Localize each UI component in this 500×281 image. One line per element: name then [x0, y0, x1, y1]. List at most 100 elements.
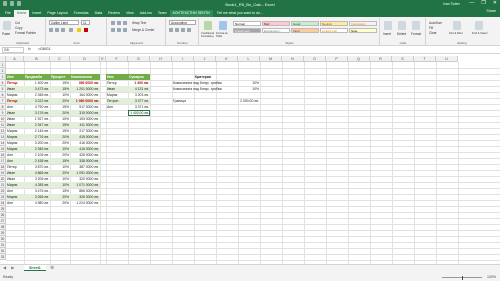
ribbon-tab-2[interactable]: Insert — [29, 10, 44, 17]
decimal-icon[interactable] — [187, 28, 191, 32]
zoom-level[interactable]: 100% — [487, 275, 496, 279]
cell-style-6[interactable]: Explanatory... — [262, 28, 290, 33]
column-header-L[interactable]: L — [238, 56, 260, 62]
wrap-text-button[interactable]: Wrap Text — [132, 21, 146, 25]
sheet-nav-arrows[interactable]: ◀ ▶ — [3, 265, 16, 270]
column-header-S[interactable]: S — [392, 56, 414, 62]
column-header-B[interactable]: B — [24, 56, 50, 62]
table2-cell-name[interactable]: Анн — [106, 104, 128, 110]
ribbon-tab-10[interactable]: КОНТЕКСТНИ ЛЕНТИ — [169, 10, 213, 17]
ribbon-tab-7[interactable]: View — [123, 10, 137, 17]
insert-button[interactable]: Insert — [383, 32, 391, 36]
table1-cell-commission[interactable]: 1 224 0000 лв. — [70, 200, 100, 206]
minimize-icon[interactable]: — — [469, 1, 474, 6]
comma-icon[interactable] — [181, 28, 185, 32]
borders-icon[interactable] — [69, 28, 73, 32]
format-button[interactable]: Format — [411, 32, 421, 36]
restore-icon[interactable]: ❐ — [481, 1, 485, 6]
italic-icon[interactable] — [55, 28, 59, 32]
sheet-tab-sheet1[interactable]: Sheet1 — [24, 265, 46, 271]
ribbon-tab-0[interactable]: File — [2, 10, 14, 17]
column-header-J[interactable]: J — [194, 56, 216, 62]
column-header-C[interactable]: C — [50, 56, 70, 62]
fill-color-icon[interactable] — [77, 28, 81, 32]
delete-button[interactable]: Delete — [397, 32, 406, 36]
column-header-T[interactable]: T — [414, 56, 436, 62]
insert-cells-icon[interactable] — [384, 21, 392, 30]
paste-icon[interactable] — [3, 21, 11, 30]
format-painter-button[interactable]: Format Painter — [15, 31, 36, 35]
column-header-F[interactable]: F — [106, 56, 128, 62]
criteria-value[interactable]: 10% — [238, 86, 260, 92]
align-left-icon[interactable] — [111, 28, 115, 32]
cell-style-4[interactable]: Calculation — [349, 21, 377, 26]
percent-icon[interactable] — [175, 28, 179, 32]
copy-button[interactable]: Copy — [15, 26, 22, 30]
column-header-N[interactable]: N — [282, 56, 304, 62]
cell-style-7[interactable]: Input — [291, 28, 319, 33]
format-cells-icon[interactable] — [412, 21, 420, 30]
name-box[interactable]: G9 — [2, 47, 24, 53]
cell-style-9[interactable]: Note — [349, 28, 377, 33]
column-header-G[interactable]: G — [128, 56, 150, 62]
ribbon-tab-9[interactable]: Team — [155, 10, 170, 17]
align-top-icon[interactable] — [111, 21, 115, 25]
font-size-select[interactable]: 11 — [81, 20, 90, 25]
bold-icon[interactable] — [49, 28, 53, 32]
conditional-formatting-button[interactable]: Conditional Formatting — [201, 32, 215, 38]
threshold-value[interactable]: 2 000,00 лв. — [216, 98, 260, 104]
ribbon-tab-8[interactable]: Add-ins — [137, 10, 155, 17]
column-header-H[interactable]: H — [150, 56, 172, 62]
currency-icon[interactable] — [169, 28, 173, 32]
fx-icon[interactable]: fx — [28, 47, 31, 51]
sort-filter-button[interactable]: Sort & Filter — [449, 32, 463, 35]
number-format-select[interactable]: Accounting — [169, 20, 196, 25]
close-icon[interactable]: ✕ — [493, 1, 497, 6]
merge-center-button[interactable]: Merge & Center — [132, 28, 155, 32]
column-header-A[interactable]: A — [6, 56, 24, 62]
underline-icon[interactable] — [61, 28, 65, 32]
sort-filter-icon[interactable] — [453, 21, 461, 30]
autosum-button[interactable]: AutoSum — [429, 21, 442, 25]
find-select-button[interactable]: Find & Select — [472, 32, 487, 35]
column-header-M[interactable]: M — [260, 56, 282, 62]
align-middle-icon[interactable] — [117, 21, 121, 25]
find-select-icon[interactable] — [475, 21, 483, 30]
format-as-table-button[interactable]: Format as Table — [216, 32, 230, 38]
paste-button[interactable]: Paste — [2, 32, 10, 36]
cell-style-5[interactable]: Check Cell — [233, 28, 261, 33]
formula-input[interactable]: =G8/G1 — [38, 47, 51, 52]
align-center-icon[interactable] — [117, 28, 121, 32]
align-bottom-icon[interactable] — [123, 21, 127, 25]
tell-me-search[interactable]: Tell me what you want to do... — [213, 10, 267, 17]
cut-button[interactable]: Cut — [15, 21, 20, 25]
font-name-select[interactable]: Calibri Light — [49, 20, 79, 25]
column-header-R[interactable]: R — [370, 56, 392, 62]
clear-button[interactable]: Clear — [429, 31, 437, 35]
delete-cells-icon[interactable] — [398, 21, 406, 30]
criteria-label[interactable]: Комисионна над бонус, трябва — [172, 86, 228, 92]
threshold-label[interactable]: Граница — [172, 98, 194, 104]
ribbon-tab-4[interactable]: Formulas — [71, 10, 92, 17]
cell-style-8[interactable]: Linked Cell — [320, 28, 348, 33]
ribbon-tab-6[interactable]: Review — [105, 10, 123, 17]
column-header-U[interactable]: U — [436, 56, 458, 62]
column-header-Q[interactable]: Q — [348, 56, 370, 62]
cell-style-1[interactable]: Bad — [262, 21, 290, 26]
column-header-K[interactable]: K — [216, 56, 238, 62]
share-button[interactable]: Share — [486, 9, 496, 13]
ribbon-tab-3[interactable]: Page Layout — [44, 10, 70, 17]
conditional-formatting-icon[interactable] — [204, 21, 212, 30]
cell-style-3[interactable]: Neutral — [320, 21, 348, 26]
fill-button[interactable]: Fill — [429, 26, 433, 30]
column-header-P[interactable]: P — [326, 56, 348, 62]
column-header-D[interactable]: D — [70, 56, 100, 62]
column-header-O[interactable]: O — [304, 56, 326, 62]
table1-cell-name[interactable]: Анн — [6, 200, 24, 206]
user-name[interactable]: Ivan Todev — [443, 2, 460, 6]
align-right-icon[interactable] — [123, 28, 127, 32]
cell-style-0[interactable]: Normal — [233, 21, 261, 26]
ribbon-tab-1[interactable]: Home — [13, 10, 30, 17]
table1-cell-percent[interactable]: 20% — [50, 200, 70, 206]
table1-cell-sales[interactable]: 4 980 лв. — [24, 200, 50, 206]
